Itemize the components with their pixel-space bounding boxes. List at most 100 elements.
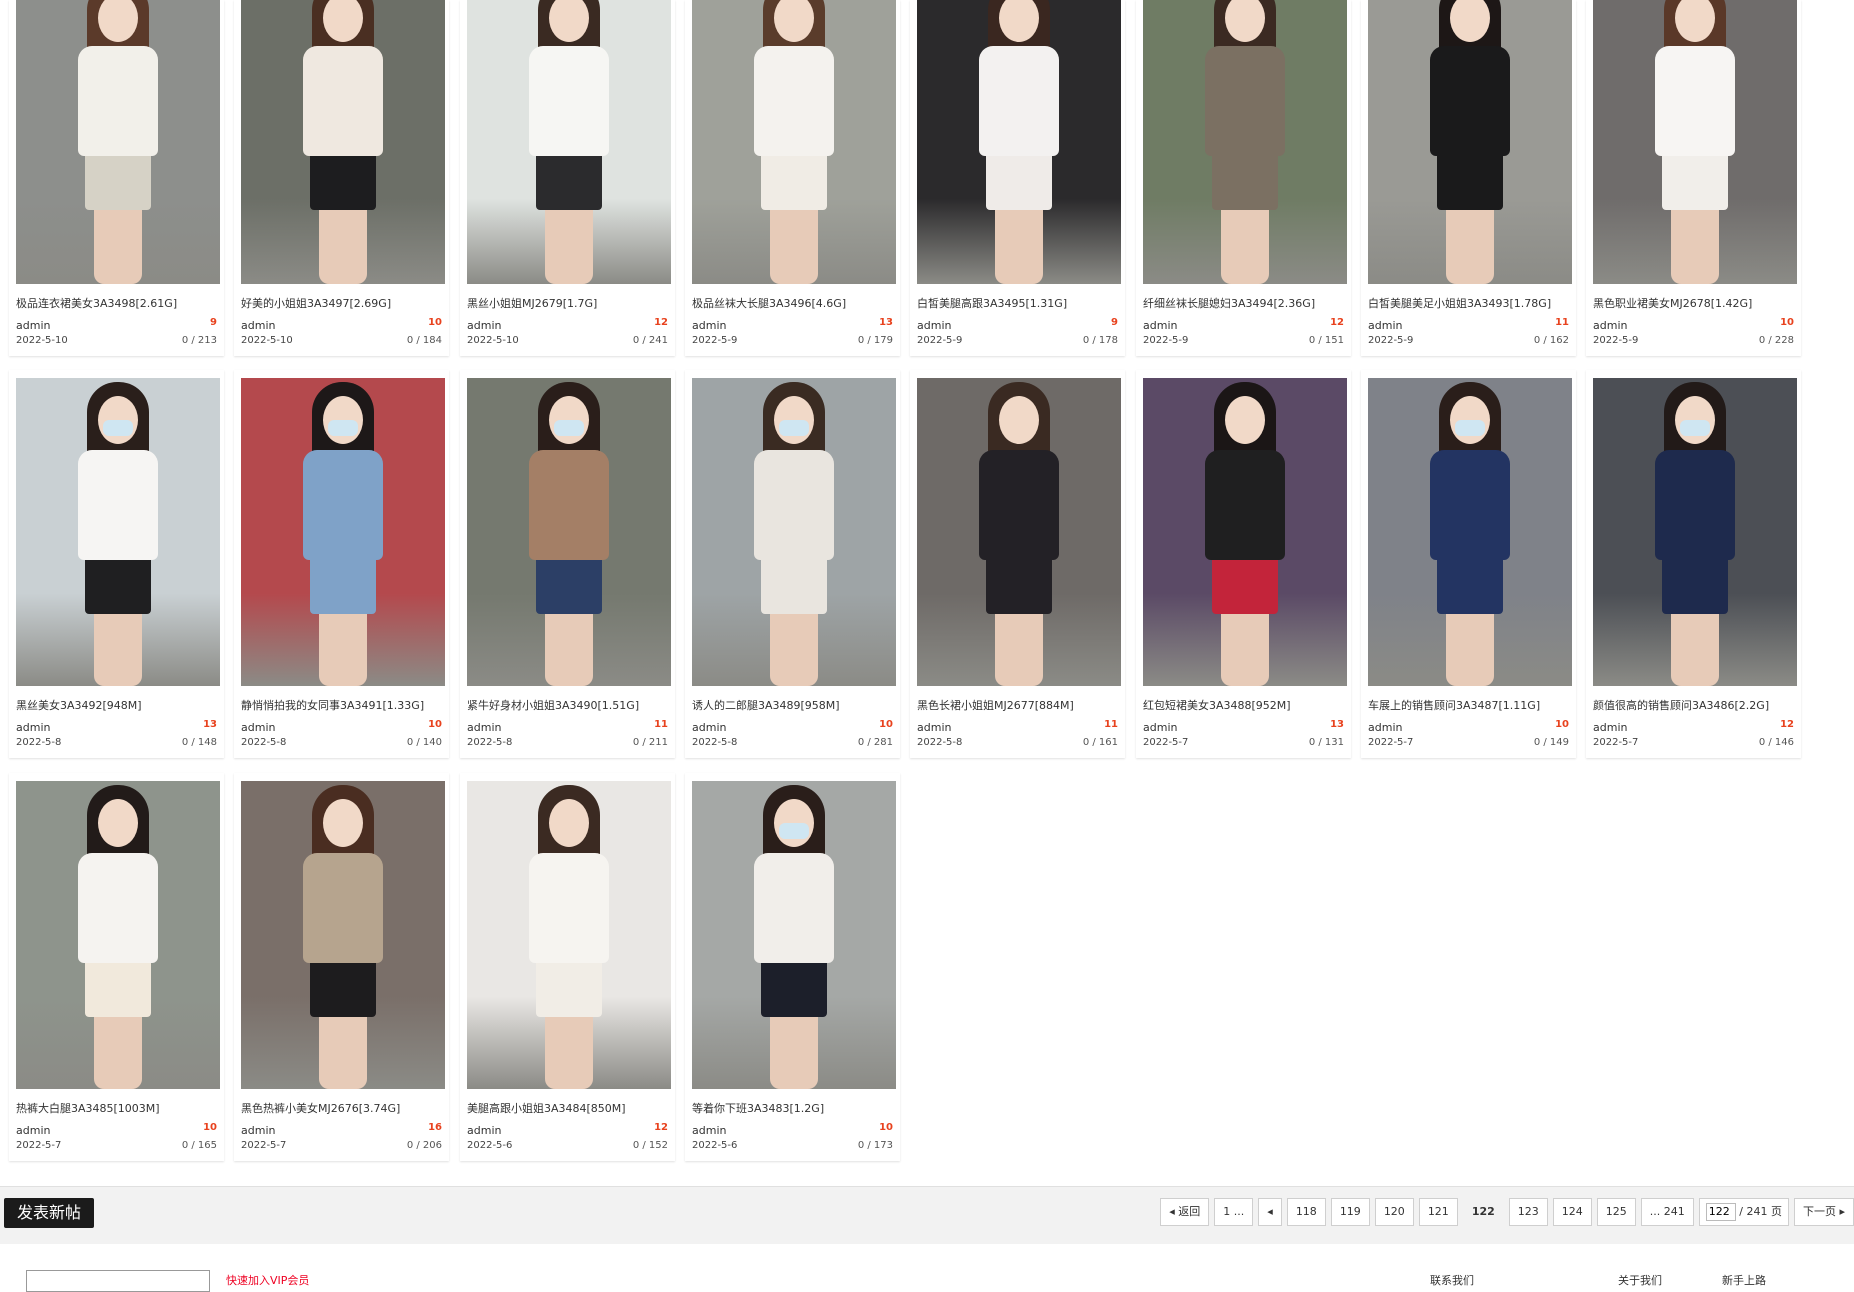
thread-author[interactable]: admin (467, 1124, 501, 1137)
thread-card[interactable]: 好美的小姐姐3A3497[2.69G] admin 10 2022-5-10 0 / 1… (234, 0, 449, 356)
thread-card[interactable]: 黑色热裤小美女MJ2676[3.74G] admin 16 2022-5-7 0 / 2… (234, 773, 449, 1161)
thread-card[interactable]: 极品连衣裙美女3A3498[2.61G] admin 9 2022-5-10 0 / 2… (9, 0, 224, 356)
page-link[interactable]: 121 (1418, 1198, 1458, 1226)
thread-thumbnail[interactable] (692, 0, 896, 284)
thread-card[interactable]: 等着你下班3A3483[1.2G] admin 10 2022-5-6 0 / 173 (685, 773, 900, 1161)
first-page-link[interactable]: 1 ... (1214, 1198, 1254, 1226)
thread-thumbnail[interactable] (467, 0, 671, 284)
thread-title[interactable]: 热裤大白腿3A3485[1003M] (16, 1100, 220, 1116)
thread-author[interactable]: admin (1143, 721, 1177, 734)
thread-author[interactable]: admin (692, 319, 726, 332)
back-button[interactable]: ◂ 返回 (1160, 1198, 1210, 1226)
thread-thumbnail[interactable] (241, 378, 445, 686)
thread-author[interactable]: admin (917, 319, 951, 332)
thread-author[interactable]: admin (16, 319, 50, 332)
page-link[interactable]: 119 (1330, 1198, 1370, 1226)
thread-title[interactable]: 纤细丝袜长腿媳妇3A3494[2.36G] (1143, 295, 1347, 311)
footer-newbie-link[interactable]: 新手上路 (1722, 1272, 1766, 1288)
thread-thumbnail[interactable] (16, 378, 220, 686)
reply-count: 10 (879, 719, 893, 730)
thread-thumbnail[interactable] (1593, 378, 1797, 686)
thread-title[interactable]: 好美的小姐姐3A3497[2.69G] (241, 295, 445, 311)
thread-card[interactable]: 黑丝美女3A3492[948M] admin 13 2022-5-8 0 / 148 (9, 370, 224, 758)
page-link[interactable]: 125 (1596, 1198, 1636, 1226)
thread-title[interactable]: 颜值很高的销售顾问3A3486[2.2G] (1593, 697, 1797, 713)
thread-thumbnail[interactable] (917, 0, 1121, 284)
thread-title[interactable]: 美腿高跟小姐姐3A3484[850M] (467, 1100, 671, 1116)
thread-card[interactable]: 黑丝小姐姐MJ2679[1.7G] admin 12 2022-5-10 0 / 241 (460, 0, 675, 356)
thread-thumbnail[interactable] (1368, 378, 1572, 686)
thread-card[interactable]: 美腿高跟小姐姐3A3484[850M] admin 12 2022-5-6 0 / 15… (460, 773, 675, 1161)
thread-thumbnail[interactable] (692, 781, 896, 1089)
thread-title[interactable]: 静悄悄拍我的女同事3A3491[1.33G] (241, 697, 445, 713)
thread-title[interactable]: 诱人的二郎腿3A3489[958M] (692, 697, 896, 713)
thread-author[interactable]: admin (1593, 721, 1627, 734)
thread-thumbnail[interactable] (241, 0, 445, 284)
thread-author[interactable]: admin (16, 1124, 50, 1137)
page-jump-input[interactable] (1705, 1202, 1736, 1221)
footer-contact-link[interactable]: 联系我们 (1430, 1272, 1474, 1288)
thread-title[interactable]: 极品连衣裙美女3A3498[2.61G] (16, 295, 220, 311)
thread-title[interactable]: 黑色长裙小姐姐MJ2677[884M] (917, 697, 1121, 713)
thread-author[interactable]: admin (16, 721, 50, 734)
thread-thumbnail[interactable] (1143, 0, 1347, 284)
prev-page-button[interactable]: ◂ (1258, 1198, 1282, 1226)
thread-title[interactable]: 红包短裙美女3A3488[952M] (1143, 697, 1347, 713)
thread-thumbnail[interactable] (241, 781, 445, 1089)
thread-card[interactable]: 黑色长裙小姐姐MJ2677[884M] admin 11 2022-5-8 0 / 16… (910, 370, 1125, 758)
thread-card[interactable]: 紧牛好身材小姐姐3A3490[1.51G] admin 11 2022-5-8 0 / … (460, 370, 675, 758)
thread-thumbnail[interactable] (1143, 378, 1347, 686)
thread-title[interactable]: 黑色职业裙美女MJ2678[1.42G] (1593, 295, 1797, 311)
thread-card[interactable]: 极品丝袜大长腿3A3496[4.6G] admin 13 2022-5-9 0 / 17… (685, 0, 900, 356)
thread-thumbnail[interactable] (16, 781, 220, 1089)
thread-thumbnail[interactable] (467, 781, 671, 1089)
thread-thumbnail[interactable] (692, 378, 896, 686)
thread-title[interactable]: 黑色热裤小美女MJ2676[3.74G] (241, 1100, 445, 1116)
thread-author[interactable]: admin (241, 1124, 275, 1137)
thread-card[interactable]: 热裤大白腿3A3485[1003M] admin 10 2022-5-7 0 / 165 (9, 773, 224, 1161)
thread-author[interactable]: admin (1593, 319, 1627, 332)
thread-card[interactable]: 诱人的二郎腿3A3489[958M] admin 10 2022-5-8 0 / 281 (685, 370, 900, 758)
thread-thumbnail[interactable] (1593, 0, 1797, 284)
thread-card[interactable]: 颜值很高的销售顾问3A3486[2.2G] admin 12 2022-5-7 0 / … (1586, 370, 1801, 758)
thread-author[interactable]: admin (917, 721, 951, 734)
thread-thumbnail[interactable] (16, 0, 220, 284)
thread-title[interactable]: 白皙美腿美足小姐姐3A3493[1.78G] (1368, 295, 1572, 311)
new-post-button[interactable]: 发表新帖 (4, 1198, 94, 1228)
thread-title[interactable]: 车展上的销售顾问3A3487[1.11G] (1368, 697, 1572, 713)
thread-card[interactable]: 静悄悄拍我的女同事3A3491[1.33G] admin 10 2022-5-8 0 /… (234, 370, 449, 758)
last-page-link[interactable]: ... 241 (1640, 1198, 1694, 1226)
thread-thumbnail[interactable] (467, 378, 671, 686)
thread-author[interactable]: admin (467, 721, 501, 734)
thread-author[interactable]: admin (467, 319, 501, 332)
footer-about-link[interactable]: 关于我们 (1618, 1272, 1662, 1288)
vip-join-link[interactable]: 快速加入VIP会员 (226, 1272, 309, 1288)
thread-title[interactable]: 紧牛好身材小姐姐3A3490[1.51G] (467, 697, 671, 713)
thread-author[interactable]: admin (241, 319, 275, 332)
thread-thumbnail[interactable] (917, 378, 1121, 686)
thread-card[interactable]: 纤细丝袜长腿媳妇3A3494[2.36G] admin 12 2022-5-9 0 / … (1136, 0, 1351, 356)
next-page-button[interactable]: 下一页 ▸ (1793, 1198, 1854, 1226)
thread-author[interactable]: admin (1368, 319, 1402, 332)
thread-title[interactable]: 极品丝袜大长腿3A3496[4.6G] (692, 295, 896, 311)
thread-author[interactable]: admin (241, 721, 275, 734)
page-total: / 241 页 (1735, 1205, 1782, 1218)
thread-author[interactable]: admin (1143, 319, 1177, 332)
thread-card[interactable]: 白皙美腿高跟3A3495[1.31G] admin 9 2022-5-9 0 / 178 (910, 0, 1125, 356)
page-link[interactable]: 118 (1286, 1198, 1326, 1226)
thread-thumbnail[interactable] (1368, 0, 1572, 284)
thread-card[interactable]: 车展上的销售顾问3A3487[1.11G] admin 10 2022-5-7 0 / … (1361, 370, 1576, 758)
thread-title[interactable]: 白皙美腿高跟3A3495[1.31G] (917, 295, 1121, 311)
thread-author[interactable]: admin (692, 721, 726, 734)
thread-author[interactable]: admin (1368, 721, 1402, 734)
thread-title[interactable]: 黑丝小姐姐MJ2679[1.7G] (467, 295, 671, 311)
page-link[interactable]: 124 (1552, 1198, 1592, 1226)
page-link[interactable]: 123 (1508, 1198, 1548, 1226)
thread-card[interactable]: 黑色职业裙美女MJ2678[1.42G] admin 10 2022-5-9 0 / 2… (1586, 0, 1801, 356)
thread-card[interactable]: 白皙美腿美足小姐姐3A3493[1.78G] admin 11 2022-5-9 0 /… (1361, 0, 1576, 356)
thread-title[interactable]: 等着你下班3A3483[1.2G] (692, 1100, 896, 1116)
thread-title[interactable]: 黑丝美女3A3492[948M] (16, 697, 220, 713)
thread-card[interactable]: 红包短裙美女3A3488[952M] admin 13 2022-5-7 0 / 131 (1136, 370, 1351, 758)
page-link[interactable]: 120 (1374, 1198, 1414, 1226)
thread-author[interactable]: admin (692, 1124, 726, 1137)
